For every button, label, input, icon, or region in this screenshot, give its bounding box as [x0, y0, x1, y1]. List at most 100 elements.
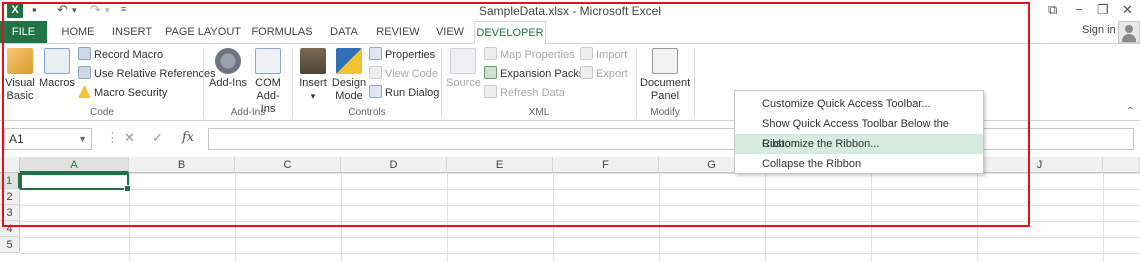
properties-icon [369, 47, 382, 60]
restore-icon[interactable]: ❐ [1097, 2, 1109, 18]
source-button[interactable]: Source [446, 48, 481, 90]
chevron-down-icon: ▾ [310, 91, 316, 101]
gridline [659, 173, 660, 262]
insert-control-button[interactable]: Insert ▾ [297, 48, 329, 103]
document-panel-button[interactable]: Document Panel [640, 48, 690, 103]
macro-security-button[interactable]: Macro Security [78, 85, 167, 102]
export-button[interactable]: Export [580, 66, 628, 83]
gridline [447, 173, 448, 262]
add-ins-button[interactable]: Add-Ins [208, 48, 248, 90]
gridline [977, 173, 978, 262]
menu-item-customize-qat[interactable]: Customize Quick Access Toolbar... [735, 94, 983, 114]
warning-icon [78, 85, 91, 98]
import-icon [580, 47, 593, 60]
tab-review[interactable]: REVIEW [372, 21, 424, 43]
import-button[interactable]: Import [580, 47, 627, 64]
view-code-icon [369, 66, 382, 79]
column-header-b[interactable]: B [129, 157, 235, 173]
gridline [341, 173, 342, 262]
document-panel-icon [652, 48, 678, 74]
row-header-4[interactable]: 4 [0, 221, 20, 237]
group-separator [636, 48, 637, 118]
record-macro-button[interactable]: Record Macro [78, 47, 163, 64]
macros-button[interactable]: Macros [38, 48, 76, 90]
gridline [235, 173, 236, 262]
design-mode-button[interactable]: Design Mode [331, 48, 367, 103]
column-header-a[interactable]: A [20, 157, 129, 173]
visual-basic-button[interactable]: Visual Basic [4, 48, 36, 103]
menu-item-customize-ribbon[interactable]: Customize the Ribbon... [735, 134, 983, 154]
use-relative-references-button[interactable]: Use Relative References [78, 66, 216, 83]
ribbon-context-menu: Customize Quick Access Toolbar... Show Q… [734, 90, 984, 174]
group-separator [441, 48, 442, 118]
enter-icon[interactable]: ✓ [152, 130, 163, 146]
sign-in-link[interactable]: Sign in [1082, 24, 1116, 36]
gridline [553, 173, 554, 262]
tab-data[interactable]: DATA [322, 21, 366, 43]
column-header-d[interactable]: D [341, 157, 447, 173]
com-add-ins-button[interactable]: COM Add-Ins [250, 48, 286, 116]
column-header-c[interactable]: C [235, 157, 341, 173]
group-label-controls: Controls [348, 107, 386, 118]
run-dialog-button[interactable]: Run Dialog [369, 85, 439, 102]
record-macro-icon [78, 47, 91, 60]
view-code-button[interactable]: View Code [369, 66, 438, 83]
expansion-packs-icon [484, 66, 497, 79]
column-header-j[interactable]: J [977, 157, 1103, 173]
tab-insert[interactable]: INSERT [106, 21, 158, 43]
tab-file[interactable]: FILE [0, 21, 47, 43]
properties-button[interactable]: Properties [369, 47, 435, 64]
tab-formulas[interactable]: FORMULAS [248, 21, 316, 43]
gridline [765, 173, 766, 262]
formula-input[interactable] [208, 128, 1134, 150]
source-icon [450, 48, 476, 74]
chevron-down-icon[interactable]: ▼ [78, 129, 87, 149]
gridline [1103, 173, 1104, 262]
ribbon-display-options-icon[interactable]: ⧉ [1048, 2, 1057, 18]
active-cell-a1[interactable] [20, 173, 131, 192]
toolbox-icon [300, 48, 326, 74]
row-header-5[interactable]: 5 [0, 237, 20, 253]
column-header-f[interactable]: F [553, 157, 659, 173]
menu-item-collapse-ribbon[interactable]: Collapse the Ribbon [735, 154, 983, 174]
minimize-icon[interactable]: − [1075, 2, 1083, 17]
refresh-data-button[interactable]: Refresh Data [484, 85, 565, 102]
ribbon-tabs: FILE HOME INSERT PAGE LAYOUT FORMULAS DA… [0, 21, 1140, 44]
column-header-e[interactable]: E [447, 157, 553, 173]
macros-icon [44, 48, 70, 74]
row-header-3[interactable]: 3 [0, 205, 20, 221]
expansion-packs-button[interactable]: Expansion Packs [484, 66, 584, 83]
group-label-xml: XML [528, 107, 550, 118]
title-bar: X ▪ ↶ ▾ ↷ ▾ ≡ SampleData.xlsx - Microsof… [0, 0, 1140, 21]
tab-developer[interactable]: DEVELOPER [474, 21, 546, 44]
collapse-ribbon-icon[interactable]: ⌃ [1126, 106, 1134, 117]
cell-area[interactable] [20, 173, 1140, 262]
row-header-2[interactable]: 2 [0, 189, 20, 205]
map-properties-button[interactable]: Map Properties [484, 47, 575, 64]
tab-view[interactable]: VIEW [430, 21, 470, 43]
visual-basic-icon [7, 48, 33, 74]
com-add-ins-icon [255, 48, 281, 74]
close-icon[interactable]: ✕ [1122, 2, 1133, 18]
group-label-add-ins: Add-Ins [230, 107, 266, 118]
window-title: SampleData.xlsx - Microsoft Excel [478, 4, 662, 18]
select-all-button[interactable] [0, 157, 20, 173]
more-icon: ⋮ [106, 130, 119, 145]
row-header-1[interactable]: 1 [0, 173, 20, 189]
gridline [871, 173, 872, 262]
group-label-modify: Modify [650, 107, 680, 118]
avatar[interactable] [1118, 21, 1140, 43]
relative-references-icon [78, 66, 91, 79]
formula-buttons: ⋮ ✕ ✓ fx [100, 128, 206, 150]
menu-item-show-qat-below[interactable]: Show Quick Access Toolbar Below the Ribb… [735, 114, 983, 150]
name-box[interactable]: A1 ▼ [4, 128, 92, 150]
run-dialog-icon [369, 85, 382, 98]
column-header-k[interactable] [1103, 157, 1140, 173]
insert-function-icon[interactable]: fx [182, 130, 194, 145]
cancel-icon[interactable]: ✕ [124, 130, 135, 146]
tab-home[interactable]: HOME [56, 21, 100, 43]
map-properties-icon [484, 47, 497, 60]
export-icon [580, 66, 593, 79]
group-separator [292, 48, 293, 118]
tab-page-layout[interactable]: PAGE LAYOUT [164, 21, 242, 43]
